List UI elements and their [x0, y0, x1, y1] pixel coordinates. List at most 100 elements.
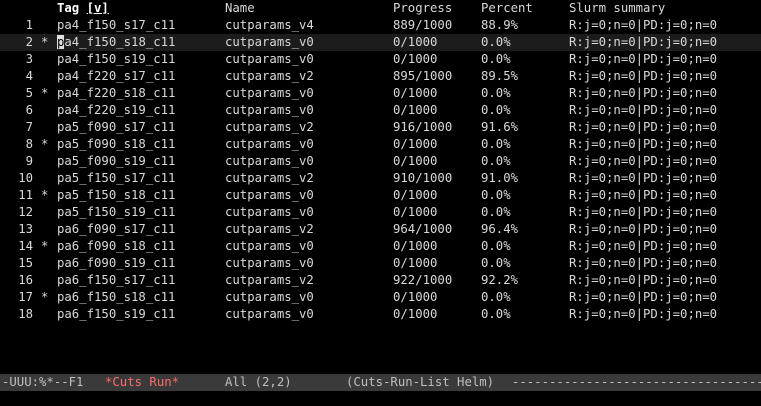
row-mark: * [41, 35, 49, 49]
row-tag: pa5_f090_s17_c11 [57, 120, 176, 134]
row-name: cutparams_v0 [225, 103, 314, 117]
row-percent: 91.6% [481, 120, 519, 134]
row-tag: pa4_f150_s18_c11 [57, 35, 176, 49]
row-tag: pa4_f150_s19_c11 [57, 52, 176, 66]
table-row[interactable]: 9 pa5_f090_s19_c11 cutparams_v0 0/1000 0.0% R… [0, 153, 761, 170]
mode-line-filler: ----------------------------------------… [512, 375, 761, 389]
table-row[interactable]: 2 * pa4_f150_s18_c11 cutparams_v0 0/1000 0.0%… [0, 34, 761, 51]
row-tag: pa6_f150_s18_c11 [57, 290, 176, 304]
row-name: cutparams_v2 [225, 222, 314, 236]
column-header-tag[interactable]: Tag [v] [57, 0, 109, 17]
row-mark: * [41, 137, 49, 151]
table-row[interactable]: 14 * pa6_f090_s18_c11 cutparams_v0 0/1000 0.0… [0, 238, 761, 255]
column-header-percent[interactable]: Percent [481, 0, 533, 17]
row-number: 4 [25, 69, 33, 83]
row-slurm-summary: R:j=0;n=0|PD:j=0;n=0 [569, 290, 718, 304]
row-number: 10 [18, 171, 33, 185]
row-progress: 889/1000 [393, 18, 453, 32]
row-slurm-summary: R:j=0;n=0|PD:j=0;n=0 [569, 222, 718, 236]
column-header-slurm-summary[interactable]: Slurm summary [569, 0, 665, 17]
row-slurm-summary: R:j=0;n=0|PD:j=0;n=0 [569, 137, 718, 151]
column-header-progress[interactable]: Progress [393, 0, 452, 17]
table-row[interactable]: 7 pa5_f090_s17_c11 cutparams_v2 916/1000 91.… [0, 119, 761, 136]
row-tag: pa4_f220_s19_c11 [57, 103, 176, 117]
row-percent: 0.0% [481, 52, 511, 66]
sort-indicator: [v] [86, 1, 109, 15]
row-number: 3 [25, 52, 33, 66]
table-row[interactable]: 3 pa4_f150_s19_c11 cutparams_v0 0/1000 0.0% R… [0, 51, 761, 68]
row-mark: * [41, 86, 49, 100]
table-row[interactable]: 18 pa6_f150_s19_c11 cutparams_v0 0/1000 0.0%… [0, 306, 761, 323]
row-progress: 0/1000 [393, 256, 438, 270]
row-name: cutparams_v0 [225, 256, 314, 270]
row-name: cutparams_v0 [225, 86, 314, 100]
row-progress: 910/1000 [393, 171, 453, 185]
row-tag: pa5_f150_s19_c11 [57, 205, 176, 219]
mode-line-major-mode[interactable]: (Cuts-Run-List Helm) [346, 374, 494, 391]
row-percent: 96.4% [481, 222, 519, 236]
row-percent: 89.5% [481, 69, 519, 83]
row-percent: 0.0% [481, 154, 511, 168]
table-row[interactable]: 17 * pa6_f150_s18_c11 cutparams_v0 0/1000 0.0… [0, 289, 761, 306]
column-header-name[interactable]: Name [225, 0, 255, 17]
row-percent: 92.2% [481, 273, 519, 287]
row-progress: 916/1000 [393, 120, 453, 134]
row-progress: 0/1000 [393, 154, 438, 168]
row-mark: * [41, 239, 49, 253]
row-number: 5 [25, 86, 33, 100]
row-tag: pa4_f220_s17_c11 [57, 69, 176, 83]
table-row[interactable]: 12 pa5_f150_s19_c11 cutparams_v0 0/1000 0.0%… [0, 204, 761, 221]
row-name: cutparams_v0 [225, 205, 314, 219]
row-tag: pa5_f090_s18_c11 [57, 137, 176, 151]
row-mark: * [41, 188, 49, 202]
row-percent: 0.0% [481, 103, 511, 117]
table-row[interactable]: 11 * pa5_f150_s18_c11 cutparams_v0 0/1000 0.0… [0, 187, 761, 204]
table-row[interactable]: 15 pa6_f090_s19_c11 cutparams_v0 0/1000 0.0%… [0, 255, 761, 272]
mode-line-buffer-name[interactable]: *Cuts Run* [105, 374, 179, 391]
mode-line-state: -UUU:%*--F1 [2, 375, 84, 389]
mode-line-position: All (2,2) [225, 375, 292, 389]
row-number: 11 [18, 188, 33, 202]
row-progress: 0/1000 [393, 205, 438, 219]
row-name: cutparams_v0 [225, 239, 314, 253]
table-row[interactable]: 10 pa5_f150_s17_c11 cutparams_v2 910/1000 91… [0, 170, 761, 187]
row-name: cutparams_v0 [225, 290, 314, 304]
row-mark: * [41, 290, 49, 304]
row-percent: 0.0% [481, 137, 511, 151]
row-name: cutparams_v0 [225, 35, 314, 49]
table-row[interactable]: 5 * pa4_f220_s18_c11 cutparams_v0 0/1000 0.0%… [0, 85, 761, 102]
table-row[interactable]: 13 pa6_f090_s17_c11 cutparams_v2 964/1000 96… [0, 221, 761, 238]
row-slurm-summary: R:j=0;n=0|PD:j=0;n=0 [569, 35, 718, 49]
row-number: 1 [25, 18, 33, 32]
row-progress: 0/1000 [393, 307, 438, 321]
row-progress: 0/1000 [393, 52, 438, 66]
row-name: cutparams_v2 [225, 171, 314, 185]
row-tag: pa6_f090_s19_c11 [57, 256, 176, 270]
column-header-tag-label: Tag [57, 1, 80, 15]
row-tag: pa6_f150_s19_c11 [57, 307, 176, 321]
table-row[interactable]: 16 pa6_f150_s17_c11 cutparams_v2 922/1000 92… [0, 272, 761, 289]
row-number: 8 [25, 137, 33, 151]
row-name: cutparams_v0 [225, 137, 314, 151]
row-percent: 0.0% [481, 86, 511, 100]
row-slurm-summary: R:j=0;n=0|PD:j=0;n=0 [569, 52, 718, 66]
row-percent: 0.0% [481, 307, 511, 321]
row-percent: 88.9% [481, 18, 519, 32]
row-number: 2 [25, 35, 33, 49]
row-number: 14 [18, 239, 33, 253]
row-tag: pa5_f150_s17_c11 [57, 171, 176, 185]
text-cursor: p [57, 35, 65, 49]
table-row[interactable]: 1 pa4_f150_s17_c11 cutparams_v4 889/1000 88.… [0, 17, 761, 34]
row-slurm-summary: R:j=0;n=0|PD:j=0;n=0 [569, 69, 718, 83]
tabulated-list-header: Tag [v] Name Progress Percent Slurm summ… [0, 0, 761, 17]
table-row[interactable]: 6 pa4_f220_s19_c11 cutparams_v0 0/1000 0.0% R… [0, 102, 761, 119]
row-progress: 922/1000 [393, 273, 453, 287]
table-row[interactable]: 8 * pa5_f090_s18_c11 cutparams_v0 0/1000 0.0%… [0, 136, 761, 153]
row-name: cutparams_v0 [225, 52, 314, 66]
row-name: cutparams_v2 [225, 120, 314, 134]
row-percent: 0.0% [481, 205, 511, 219]
table-row[interactable]: 4 pa4_f220_s17_c11 cutparams_v2 895/1000 89.… [0, 68, 761, 85]
row-name: cutparams_v4 [225, 18, 314, 32]
row-number: 12 [18, 205, 33, 219]
row-progress: 895/1000 [393, 69, 453, 83]
